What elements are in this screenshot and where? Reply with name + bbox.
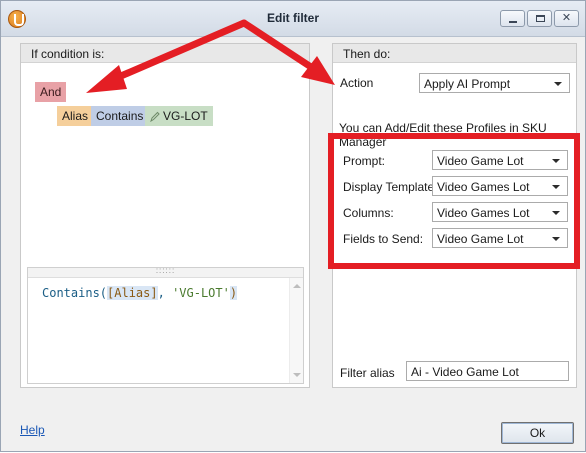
condition-operator-tag[interactable]: Contains bbox=[91, 106, 149, 126]
chevron-down-icon bbox=[554, 82, 562, 86]
condition-panel: If condition is: And Alias Contains VG-L… bbox=[20, 43, 310, 388]
expr-close: ) bbox=[229, 286, 238, 300]
expr-value: 'VG-LOT' bbox=[172, 286, 230, 300]
splitter-grip[interactable]: :::::: bbox=[28, 267, 303, 278]
minimize-icon bbox=[509, 21, 517, 23]
filter-alias-label: Filter alias bbox=[340, 366, 395, 380]
condition-field-tag[interactable]: Alias bbox=[57, 106, 94, 126]
scroll-down-icon[interactable] bbox=[293, 373, 301, 377]
ok-button[interactable]: Ok bbox=[501, 422, 574, 444]
condition-value-text: VG-LOT bbox=[163, 109, 208, 123]
and-operator-node[interactable]: And bbox=[35, 82, 67, 102]
action-panel-header: Then do: bbox=[333, 44, 576, 63]
annotation-highlight-box bbox=[328, 133, 580, 269]
help-link[interactable]: Help bbox=[20, 423, 45, 437]
window-title: Edit filter bbox=[266, 11, 319, 25]
expr-field: [Alias] bbox=[107, 286, 158, 300]
action-value: Apply AI Prompt bbox=[424, 77, 511, 91]
maximize-icon bbox=[536, 15, 545, 22]
close-icon: ✕ bbox=[561, 12, 572, 24]
expression-scrollbar[interactable] bbox=[289, 278, 303, 383]
title-bar[interactable]: Edit filter ✕ bbox=[1, 1, 585, 37]
expression-editor[interactable]: :::::: Contains([Alias], 'VG-LOT') bbox=[27, 267, 304, 384]
minimize-button[interactable] bbox=[500, 10, 525, 27]
pencil-icon bbox=[150, 111, 160, 122]
expr-open: ( bbox=[99, 286, 108, 300]
condition-value-tag[interactable]: VG-LOT bbox=[145, 106, 213, 126]
action-dropdown[interactable]: Apply AI Prompt bbox=[419, 73, 570, 93]
close-button[interactable]: ✕ bbox=[554, 10, 579, 27]
filter-alias-input[interactable]: Ai - Video Game Lot bbox=[406, 361, 569, 381]
maximize-button[interactable] bbox=[527, 10, 552, 27]
action-label: Action bbox=[340, 76, 374, 90]
expr-sep: , bbox=[157, 286, 173, 300]
condition-panel-header: If condition is: bbox=[21, 44, 309, 63]
expr-func: Contains bbox=[42, 286, 100, 300]
expression-text: Contains([Alias], 'VG-LOT') bbox=[42, 286, 238, 300]
scroll-up-icon[interactable] bbox=[293, 284, 301, 288]
edit-filter-dialog: Edit filter ✕ If condition is: And Alias… bbox=[0, 0, 586, 452]
